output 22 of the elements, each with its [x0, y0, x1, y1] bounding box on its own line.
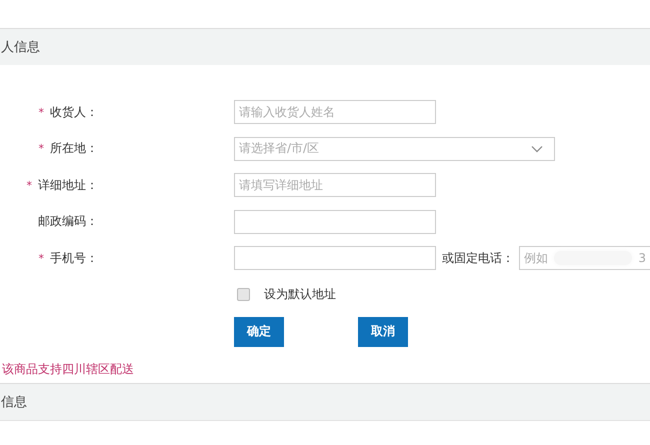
input-field[interactable]	[234, 246, 436, 270]
input-field[interactable]	[234, 210, 436, 234]
checkbox[interactable]	[237, 288, 250, 301]
action-button[interactable]: 确定	[234, 316, 284, 346]
action-button[interactable]: 取消	[358, 316, 408, 346]
section-title: 人信息	[1, 39, 40, 56]
field-label: 收货人：	[50, 104, 98, 118]
input-field[interactable]: 请填写详细地址	[234, 173, 436, 197]
field-label: 详细地址：	[38, 178, 98, 192]
section-title: 信息	[1, 394, 27, 410]
field-label: 所在地：	[50, 141, 98, 155]
checkbox-label: 设为默认地址	[264, 286, 336, 303]
field-label: 手机号：	[50, 250, 98, 264]
chevron-down-icon	[531, 144, 543, 152]
notice-text: 该商品支持四川辖区配送	[2, 360, 135, 378]
required-mark: *	[38, 106, 44, 118]
input-field[interactable]: 请输入收货人姓名	[234, 100, 436, 124]
required-mark: *	[26, 178, 32, 192]
required-mark: *	[38, 252, 44, 264]
field-label: 或固定电话：	[442, 250, 514, 266]
required-mark: *	[38, 142, 44, 155]
field-label: 邮政编码：	[38, 214, 98, 228]
